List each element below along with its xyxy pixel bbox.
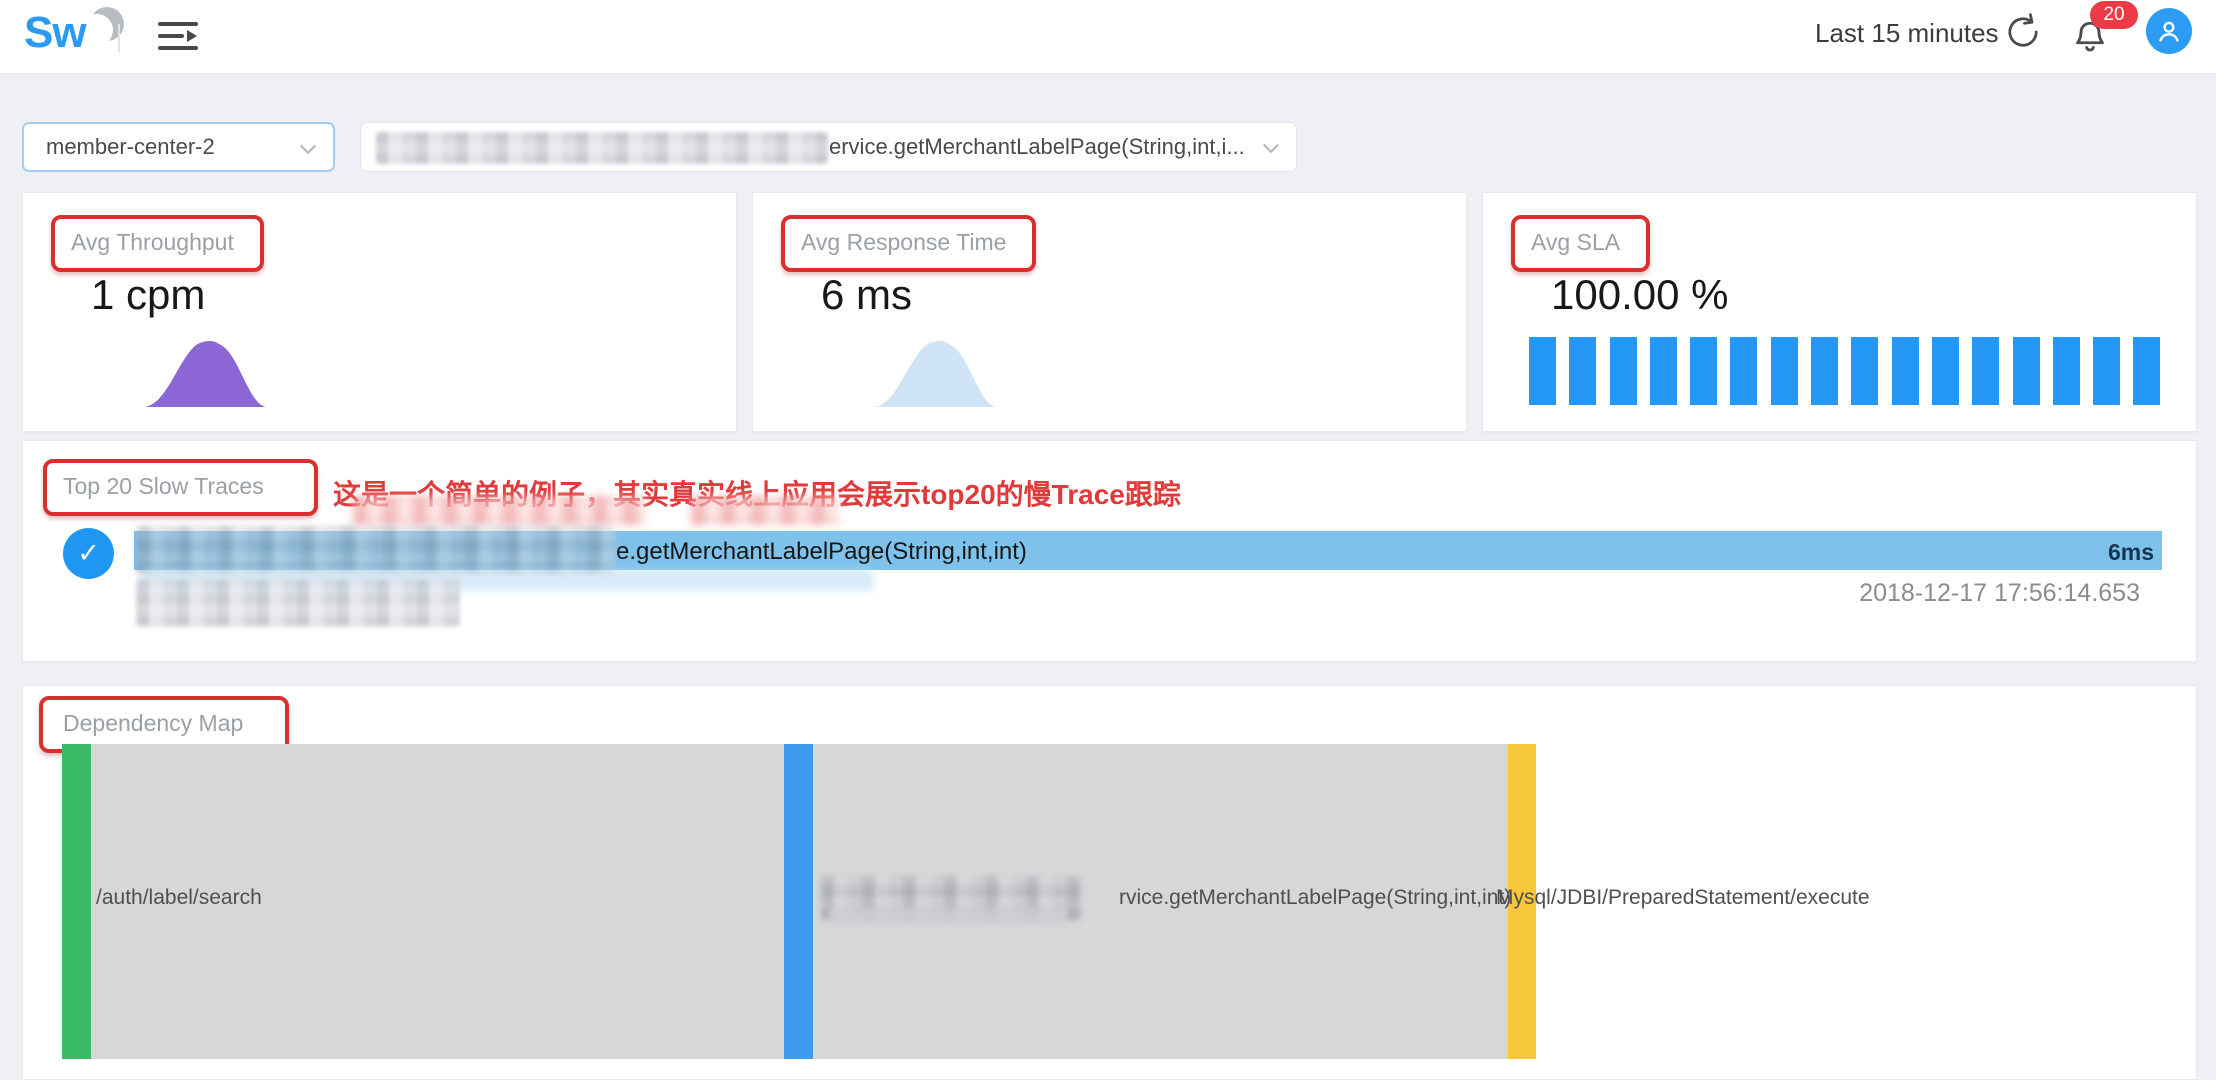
avg-response-time-card: Avg Response Time 6 ms: [752, 192, 1467, 432]
red-annotation-box: Avg Throughput: [51, 215, 264, 272]
check-icon: ✓: [77, 538, 100, 569]
metric-label: Avg Throughput: [71, 229, 234, 256]
sla-bar: [1851, 337, 1878, 405]
sla-bar: [1771, 337, 1798, 405]
refresh-icon: [2004, 12, 2042, 50]
sla-bar: [2013, 337, 2040, 405]
node-service-method[interactable]: [784, 744, 813, 1059]
response-time-sparkline: [871, 331, 999, 407]
dependency-map-card: Dependency Map /auth/label/search rvice.…: [22, 685, 2197, 1080]
chevron-down-icon: [1262, 143, 1280, 154]
avg-sla-card: Avg SLA 100.00 %: [1482, 192, 2197, 432]
sidebar-toggle-button[interactable]: [156, 17, 200, 55]
red-annotation-box: Avg SLA: [1511, 215, 1650, 272]
throughput-sparkline: [141, 331, 269, 407]
sla-bar: [1730, 337, 1757, 405]
metric-value: 1 cpm: [91, 271, 205, 319]
sla-bar: [2093, 337, 2120, 405]
dependency-map-title: Dependency Map: [63, 710, 243, 737]
sla-bar: [1569, 337, 1596, 405]
sla-bar-chart: [1529, 337, 2169, 405]
trace-timestamp: 2018-12-17 17:56:14.653: [1859, 579, 2140, 608]
redacted-trace-id: [136, 579, 460, 627]
notification-count-badge: 20: [2090, 1, 2138, 29]
top-bar: Sw Last 15 minutes 20: [0, 0, 2216, 74]
user-avatar[interactable]: [2146, 8, 2192, 54]
redaction-blur: [353, 496, 645, 525]
header-divider: [118, 24, 120, 52]
dependency-node-label: Mysql/JDBI/PreparedStatement/execute: [1496, 886, 1870, 910]
red-annotation-box: Top 20 Slow Traces: [43, 459, 318, 516]
sla-bar: [1811, 337, 1838, 405]
sla-bar: [1892, 337, 1919, 405]
time-range-selector[interactable]: Last 15 minutes: [1815, 18, 1999, 49]
sla-bar: [2133, 337, 2160, 405]
metric-label: Avg SLA: [1531, 229, 1620, 256]
endpoint-selector[interactable]: ervice.getMerchantLabelPage(String,int,i…: [360, 122, 1297, 172]
redaction-blur: [691, 496, 839, 525]
redaction-blur: [829, 908, 1067, 924]
dependency-node-label: /auth/label/search: [96, 886, 262, 910]
person-icon: [2154, 16, 2184, 46]
menu-icon: [156, 17, 200, 55]
sla-bar: [1650, 337, 1677, 405]
sla-bar: [1690, 337, 1717, 405]
avg-throughput-card: Avg Throughput 1 cpm: [22, 192, 737, 432]
slow-traces-card: Top 20 Slow Traces 这是一个简单的例子，其实真实线上应用会展示…: [22, 440, 2197, 662]
logo-text: Sw: [24, 8, 86, 58]
redacted-trace-prefix: [137, 526, 615, 574]
chevron-down-icon: [299, 144, 317, 155]
sla-bar: [1932, 337, 1959, 405]
metric-label: Avg Response Time: [801, 229, 1006, 256]
refresh-button[interactable]: [2004, 12, 2042, 50]
dependency-node-label: rvice.getMerchantLabelPage(String,int,in…: [1119, 886, 1511, 910]
slow-traces-title: Top 20 Slow Traces: [63, 473, 264, 500]
node-entry-endpoint[interactable]: [62, 744, 91, 1059]
trace-selected-check[interactable]: ✓: [63, 528, 114, 579]
trace-duration: 6ms: [2108, 539, 2154, 566]
service-selector-value: member-center-2: [46, 134, 215, 160]
service-selector[interactable]: member-center-2: [22, 122, 335, 172]
sla-bar: [1529, 337, 1556, 405]
red-annotation-box: Avg Response Time: [781, 215, 1036, 272]
metric-value: 6 ms: [821, 271, 912, 319]
redacted-endpoint-prefix: [376, 132, 828, 164]
sla-bar: [2053, 337, 2080, 405]
metric-value: 100.00 %: [1551, 271, 1728, 319]
trace-endpoint-label: e.getMerchantLabelPage(String,int,int): [616, 538, 1027, 566]
sla-bar: [1610, 337, 1637, 405]
skywalking-dashboard: Sw Last 15 minutes 20: [0, 0, 2216, 1080]
sla-bar: [1972, 337, 1999, 405]
endpoint-selector-value: ervice.getMerchantLabelPage(String,int,i…: [829, 134, 1245, 160]
